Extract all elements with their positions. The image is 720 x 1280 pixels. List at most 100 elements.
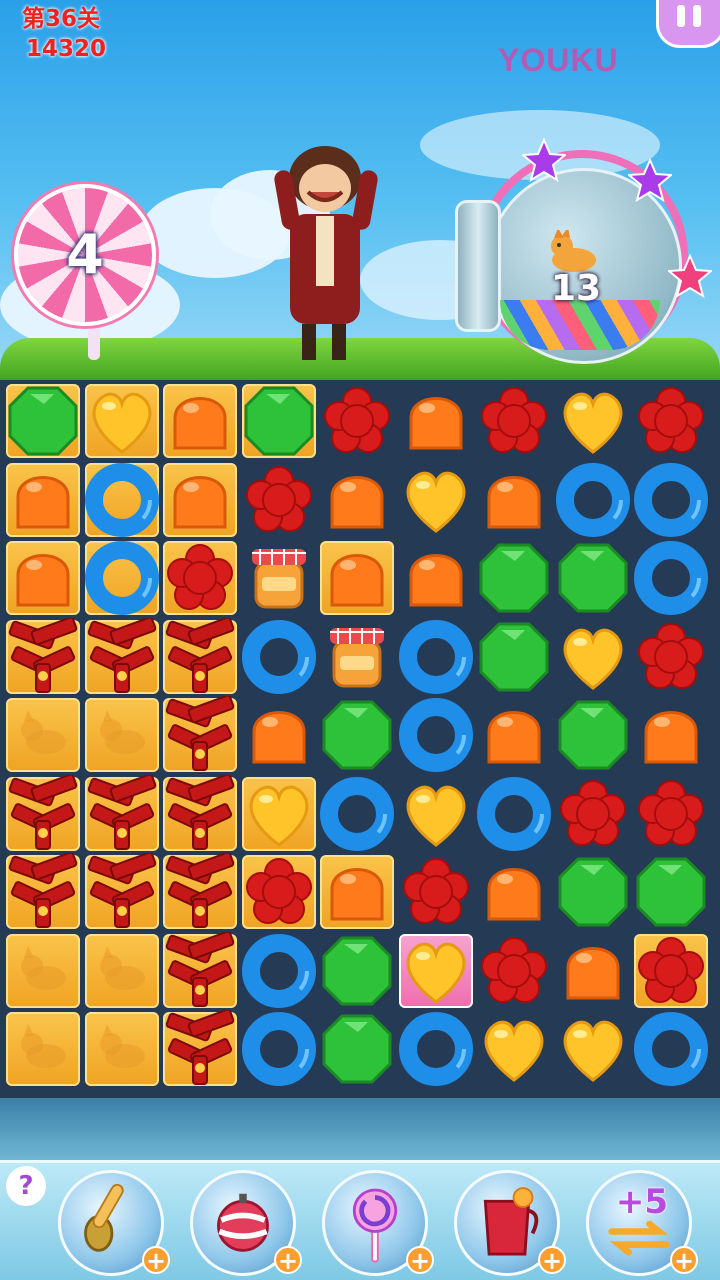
green-octagon-candy[interactable] (318, 932, 396, 1010)
red-flower-candy[interactable] (240, 853, 318, 931)
star-icon (628, 158, 672, 202)
buy-booster-button[interactable]: + (406, 1246, 434, 1275)
blue-ring-candy[interactable] (632, 1010, 710, 1088)
scenery-below-board (0, 1098, 720, 1160)
blue-ring-candy[interactable] (240, 932, 318, 1010)
yellow-heart-candy[interactable] (83, 382, 161, 460)
jam-jar[interactable] (318, 618, 396, 696)
red-flower-candy[interactable] (240, 461, 318, 539)
game-board[interactable] (0, 380, 720, 1098)
red-flower-candy[interactable] (397, 853, 475, 931)
yellow-heart-candy[interactable] (554, 1010, 632, 1088)
firecracker-bundle[interactable] (83, 774, 161, 853)
red-flower-candy[interactable] (161, 539, 239, 617)
blue-ring-candy[interactable] (240, 618, 318, 696)
orange-gumdrop-candy[interactable] (318, 853, 396, 931)
puppy-tile[interactable] (83, 932, 161, 1010)
orange-gumdrop-candy[interactable] (475, 853, 553, 931)
yellow-heart-candy[interactable] (554, 382, 632, 460)
red-flower-candy[interactable] (632, 775, 710, 853)
firecracker-bundle[interactable] (161, 853, 239, 931)
firecracker-bundle[interactable] (161, 1010, 239, 1088)
green-octagon-candy[interactable] (554, 539, 632, 617)
blue-ring-candy[interactable] (397, 1010, 475, 1088)
puppy-tile[interactable] (4, 1010, 82, 1088)
firecracker-bundle[interactable] (161, 931, 239, 1010)
blue-ring-candy[interactable] (554, 461, 632, 539)
jam-jar[interactable] (240, 539, 318, 617)
blue-ring-candy[interactable] (240, 1010, 318, 1088)
star-icon (668, 254, 712, 298)
firecracker-bundle[interactable] (161, 696, 239, 774)
orange-gumdrop-candy[interactable] (475, 696, 553, 774)
yellow-heart-candy[interactable] (240, 775, 318, 853)
buy-booster-button[interactable]: + (274, 1246, 302, 1275)
green-octagon-candy[interactable] (318, 696, 396, 774)
score-value: 14320 (26, 36, 107, 62)
orange-gumdrop-candy[interactable] (240, 696, 318, 774)
green-octagon-candy[interactable] (554, 696, 632, 774)
red-flower-candy[interactable] (554, 775, 632, 853)
firecracker-bundle[interactable] (161, 774, 239, 853)
yellow-heart-candy[interactable] (397, 932, 475, 1010)
firecracker-bundle[interactable] (83, 617, 161, 696)
orange-gumdrop-candy[interactable] (554, 932, 632, 1010)
firecracker-bundle[interactable] (161, 617, 239, 696)
orange-gumdrop-candy[interactable] (632, 696, 710, 774)
puppy-tile[interactable] (4, 932, 82, 1010)
green-octagon-candy[interactable] (318, 1010, 396, 1088)
orange-gumdrop-candy[interactable] (4, 539, 82, 617)
jar-lid (455, 200, 501, 332)
green-octagon-candy[interactable] (475, 539, 553, 617)
yellow-heart-candy[interactable] (397, 775, 475, 853)
buy-booster-button[interactable]: + (538, 1246, 566, 1275)
level-label: 第36关 (22, 6, 101, 32)
orange-gumdrop-candy[interactable] (4, 461, 82, 539)
blue-ring-candy[interactable] (397, 696, 475, 774)
yellow-heart-candy[interactable] (554, 618, 632, 696)
puppy-tile[interactable] (83, 1010, 161, 1088)
help-button[interactable]: ? (6, 1166, 46, 1206)
firecracker-bundle[interactable] (83, 853, 161, 931)
firecracker-bundle[interactable] (4, 774, 82, 853)
blue-ring-candy[interactable] (475, 775, 553, 853)
orange-gumdrop-candy[interactable] (161, 461, 239, 539)
red-flower-candy[interactable] (318, 382, 396, 460)
blue-ring-candy[interactable] (83, 539, 161, 617)
red-flower-candy[interactable] (475, 382, 553, 460)
red-flower-candy[interactable] (632, 932, 710, 1010)
firecracker-bundle[interactable] (4, 617, 82, 696)
firecracker-bundle[interactable] (4, 853, 82, 931)
orange-gumdrop-candy[interactable] (161, 382, 239, 460)
buy-booster-button[interactable]: + (142, 1246, 170, 1275)
pause-icon (677, 5, 685, 27)
blue-ring-candy[interactable] (318, 775, 396, 853)
red-flower-candy[interactable] (475, 932, 553, 1010)
youku-watermark: YOUKU (498, 42, 619, 78)
orange-gumdrop-candy[interactable] (397, 382, 475, 460)
orange-gumdrop-candy[interactable] (475, 461, 553, 539)
pause-button[interactable] (656, 0, 720, 48)
red-flower-candy[interactable] (632, 618, 710, 696)
yellow-heart-candy[interactable] (397, 461, 475, 539)
orange-gumdrop-candy[interactable] (318, 461, 396, 539)
green-octagon-candy[interactable] (554, 853, 632, 931)
puppy-tile[interactable] (4, 696, 82, 774)
blue-ring-candy[interactable] (397, 618, 475, 696)
yellow-heart-candy[interactable] (475, 1010, 553, 1088)
blue-ring-candy[interactable] (632, 461, 710, 539)
puppy-tile[interactable] (83, 696, 161, 774)
red-flower-candy[interactable] (632, 382, 710, 460)
blue-ring-candy[interactable] (632, 539, 710, 617)
green-octagon-candy[interactable] (475, 618, 553, 696)
hero-character (274, 146, 378, 360)
goal-remaining-count: 13 (550, 268, 602, 309)
game-scene: 第36关 14320 YOUKU 4 13 ? + + + + + +5 (0, 0, 720, 1280)
blue-ring-candy[interactable] (83, 461, 161, 539)
orange-gumdrop-candy[interactable] (318, 539, 396, 617)
buy-booster-button[interactable]: + (670, 1246, 698, 1275)
green-octagon-candy[interactable] (240, 382, 318, 460)
orange-gumdrop-candy[interactable] (397, 539, 475, 617)
green-octagon-candy[interactable] (632, 853, 710, 931)
green-octagon-candy[interactable] (4, 382, 82, 460)
